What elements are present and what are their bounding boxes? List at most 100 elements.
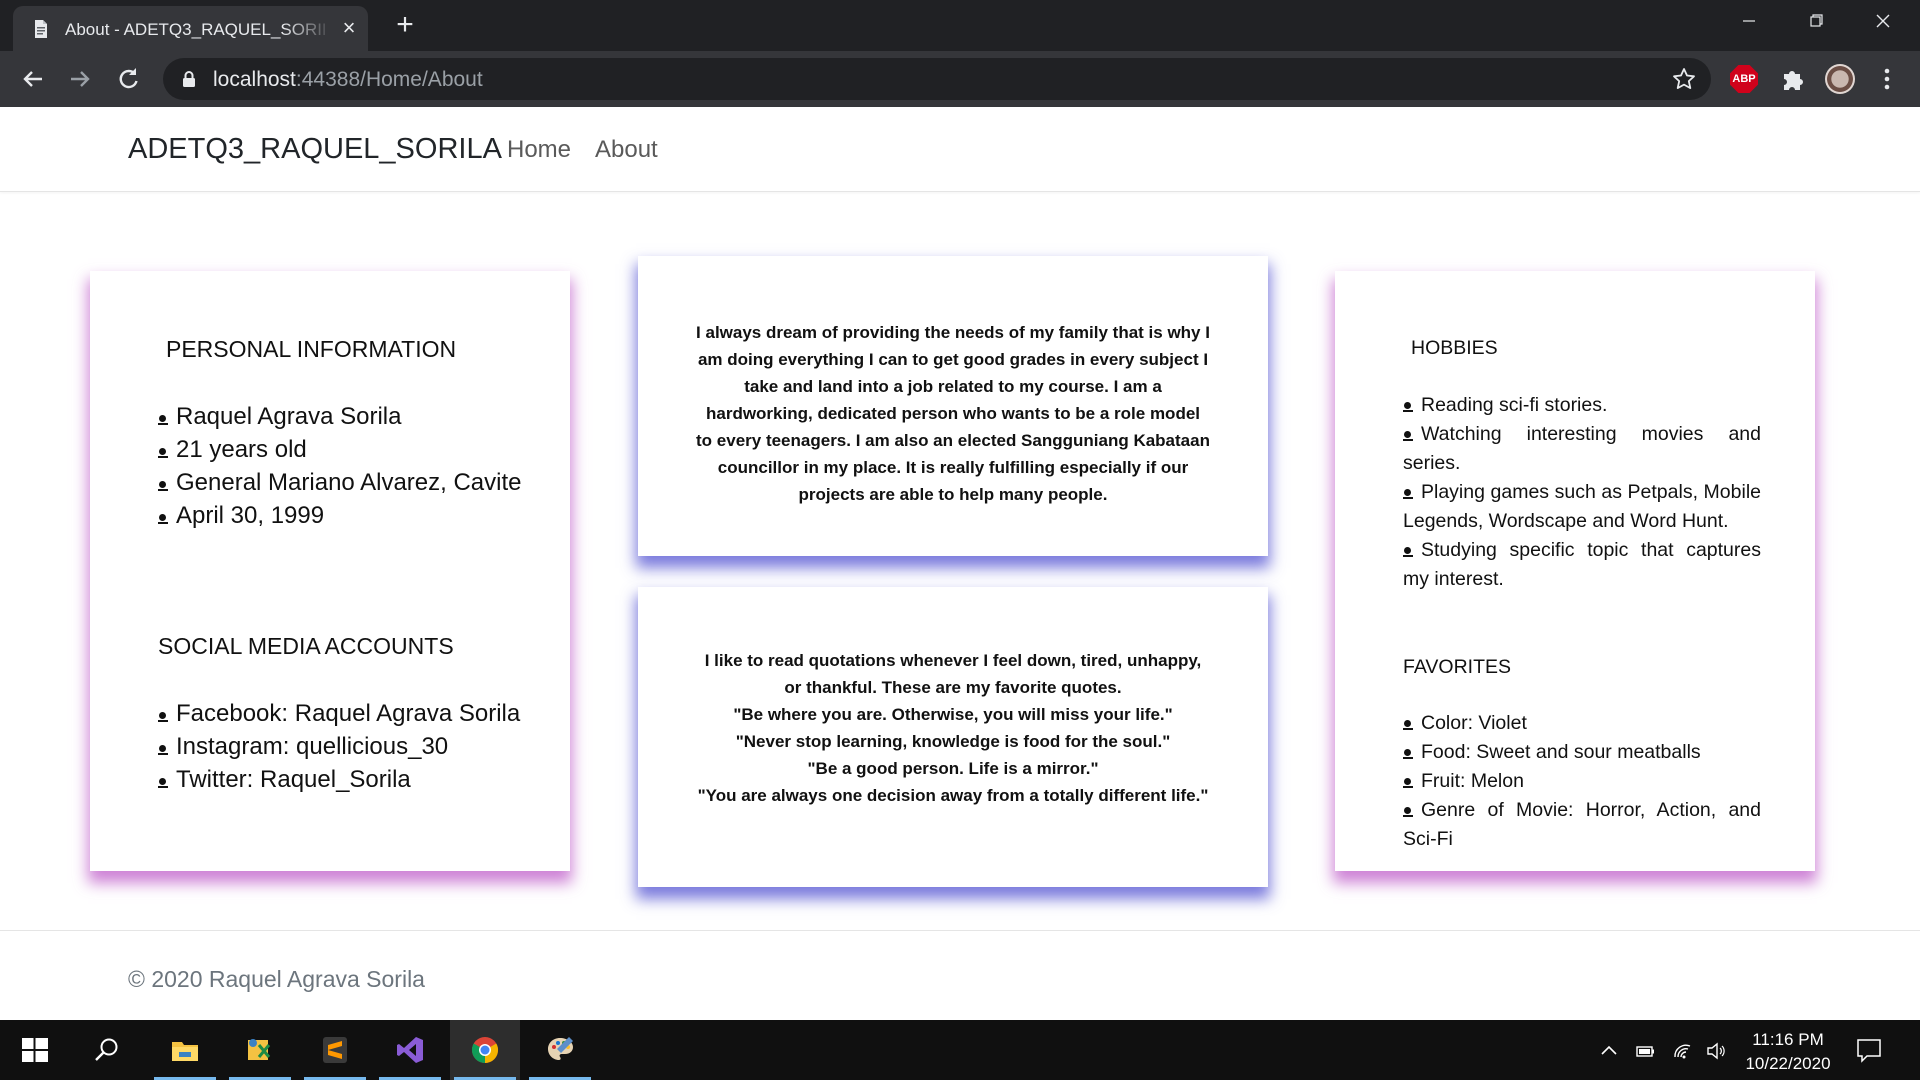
paint-palette-icon [548,1037,573,1060]
taskbar-chrome[interactable] [450,1020,520,1080]
bullet-icon [1403,428,1413,442]
site-footer: © 2020 Raquel Agrava Sorila [0,930,1920,1020]
adblock-icon[interactable]: ABP [1727,62,1761,96]
window-close-icon[interactable] [1850,0,1916,44]
quote-item: "You are always one decision away from a… [697,786,1209,805]
hobbies-title: HOBBIES [1411,337,1498,359]
list-item: Twitter: Raquel_Sorila [158,763,520,796]
visual-studio-icon [397,1037,423,1063]
favorite-text: Genre of Movie: Horror, Action, and Sci-… [1403,799,1761,850]
close-icon[interactable]: × [337,16,361,40]
bullet-icon [1403,746,1413,760]
search-icon [95,1038,118,1061]
dream-paragraph: I always dream of providing the needs of… [696,323,1210,504]
nav-link-about[interactable]: About [595,136,658,164]
minimize-icon[interactable] [1716,0,1782,44]
windows-taskbar: 11:16 PM 10/22/2020 [0,1020,1920,1080]
hobby-text: Watching interesting movies and series. [1403,423,1761,474]
bullet-icon [1403,544,1413,558]
hobbies-card: HOBBIES Reading sci-fi stories. Watching… [1335,271,1815,871]
puzzle-icon[interactable] [1775,62,1809,96]
favorite-text: Color: Violet [1421,712,1527,734]
personal-info-card: PERSONAL INFORMATION Raquel Agrava Soril… [90,271,570,871]
page-icon [35,20,47,38]
volume-icon[interactable] [1705,1040,1727,1062]
taskbar-clock[interactable]: 11:16 PM 10/22/2020 [1738,1028,1838,1076]
hobbies-list: Reading sci-fi stories. Watching interes… [1403,391,1761,594]
forward-arrow-icon[interactable] [64,63,96,95]
personal-name: Raquel Agrava Sorila [176,403,402,430]
favorites-title: FAVORITES [1403,656,1511,678]
social-instagram: Instagram: quellicious_30 [176,733,449,760]
notification-icon[interactable] [1855,1036,1883,1064]
address-bar[interactable]: localhost:44388/Home/About [163,58,1711,100]
hobby-text: Studying specific topic that captures my… [1403,539,1761,590]
list-item: Genre of Movie: Horror, Action, and Sci-… [1403,796,1761,854]
url-path: :44388/Home/About [295,68,483,91]
social-media-list: Facebook: Raquel Agrava Sorila Instagram… [158,697,520,796]
excel-app-icon [248,1039,271,1060]
list-item: Raquel Agrava Sorila [158,400,522,433]
bullet-icon [158,709,168,723]
search-button[interactable] [72,1020,142,1080]
social-media-title: SOCIAL MEDIA ACCOUNTS [158,633,454,659]
url-text[interactable]: localhost:44388/Home/About [213,68,483,92]
browser-toolbar: localhost:44388/Home/About ABP [0,51,1920,107]
favorite-text: Food: Sweet and sour meatballs [1421,741,1701,763]
plus-icon[interactable]: + [390,10,420,41]
bullet-icon [158,445,168,459]
taskbar-paint[interactable] [525,1020,595,1080]
bullet-icon [1403,717,1413,731]
list-item: Watching interesting movies and series. [1403,420,1761,478]
taskbar-excel-app[interactable] [225,1020,295,1080]
hobby-text: Playing games such as Petpals, Mobile Le… [1403,481,1761,532]
bullet-icon [158,775,168,789]
sublime-text-icon [323,1037,347,1063]
chrome-icon [471,1037,499,1064]
site-navbar: ADETQ3_RAQUEL_SORILA Home About [0,107,1920,192]
social-facebook: Facebook: Raquel Agrava Sorila [176,700,521,727]
adblock-label: ABP [1730,65,1758,93]
taskbar-visual-studio[interactable] [375,1020,445,1080]
back-arrow-icon[interactable] [17,63,49,95]
battery-icon[interactable] [1634,1040,1656,1062]
star-icon[interactable] [1671,66,1697,92]
start-button[interactable] [0,1020,70,1080]
list-item: April 30, 1999 [158,499,522,532]
taskbar-sublime-text[interactable] [300,1020,370,1080]
reload-icon[interactable] [112,63,144,95]
quote-item: "Never stop learning, knowledge is food … [735,732,1171,751]
bullet-icon [1403,804,1413,818]
url-host: localhost [213,68,296,91]
clock-time: 11:16 PM [1752,1030,1824,1049]
dream-text: I always dream of providing the needs of… [696,319,1210,508]
site-brand[interactable]: ADETQ3_RAQUEL_SORILA [128,133,502,166]
social-twitter: Twitter: Raquel_Sorila [176,766,411,793]
footer-copyright: © 2020 Raquel Agrava Sorila [128,966,425,992]
personal-birthday: April 30, 1999 [176,502,325,529]
nav-link-home[interactable]: Home [507,136,571,164]
quote-item: "Be a good person. Life is a mirror." [807,759,1099,778]
browser-tab-strip: About - ADETQ3_RAQUEL_SORILA × + [0,0,1920,51]
list-item: 21 years old [158,433,522,466]
bullet-icon [1403,775,1413,789]
personal-address: General Mariano Alvarez, Cavite [176,469,522,496]
bullet-icon [1403,486,1413,500]
list-item: Facebook: Raquel Agrava Sorila [158,697,520,730]
more-vert-icon[interactable] [1872,64,1902,94]
maximize-icon[interactable] [1783,0,1849,44]
lock-icon[interactable] [181,70,197,88]
chevron-up-icon[interactable] [1598,1040,1620,1062]
browser-tab[interactable]: About - ADETQ3_RAQUEL_SORILA × [13,6,368,51]
personal-info-title: PERSONAL INFORMATION [166,336,457,362]
clock-date: 10/22/2020 [1745,1054,1831,1073]
wifi-icon[interactable] [1672,1040,1694,1062]
profile-icon[interactable] [1823,62,1857,96]
tab-title-fade [283,14,333,44]
taskbar-file-explorer[interactable] [150,1020,220,1080]
bullet-icon [158,412,168,426]
hobby-text: Reading sci-fi stories. [1421,394,1608,416]
favorites-list: Color: Violet Food: Sweet and sour meatb… [1403,709,1761,854]
list-item: Playing games such as Petpals, Mobile Le… [1403,478,1761,536]
bullet-icon [158,742,168,756]
